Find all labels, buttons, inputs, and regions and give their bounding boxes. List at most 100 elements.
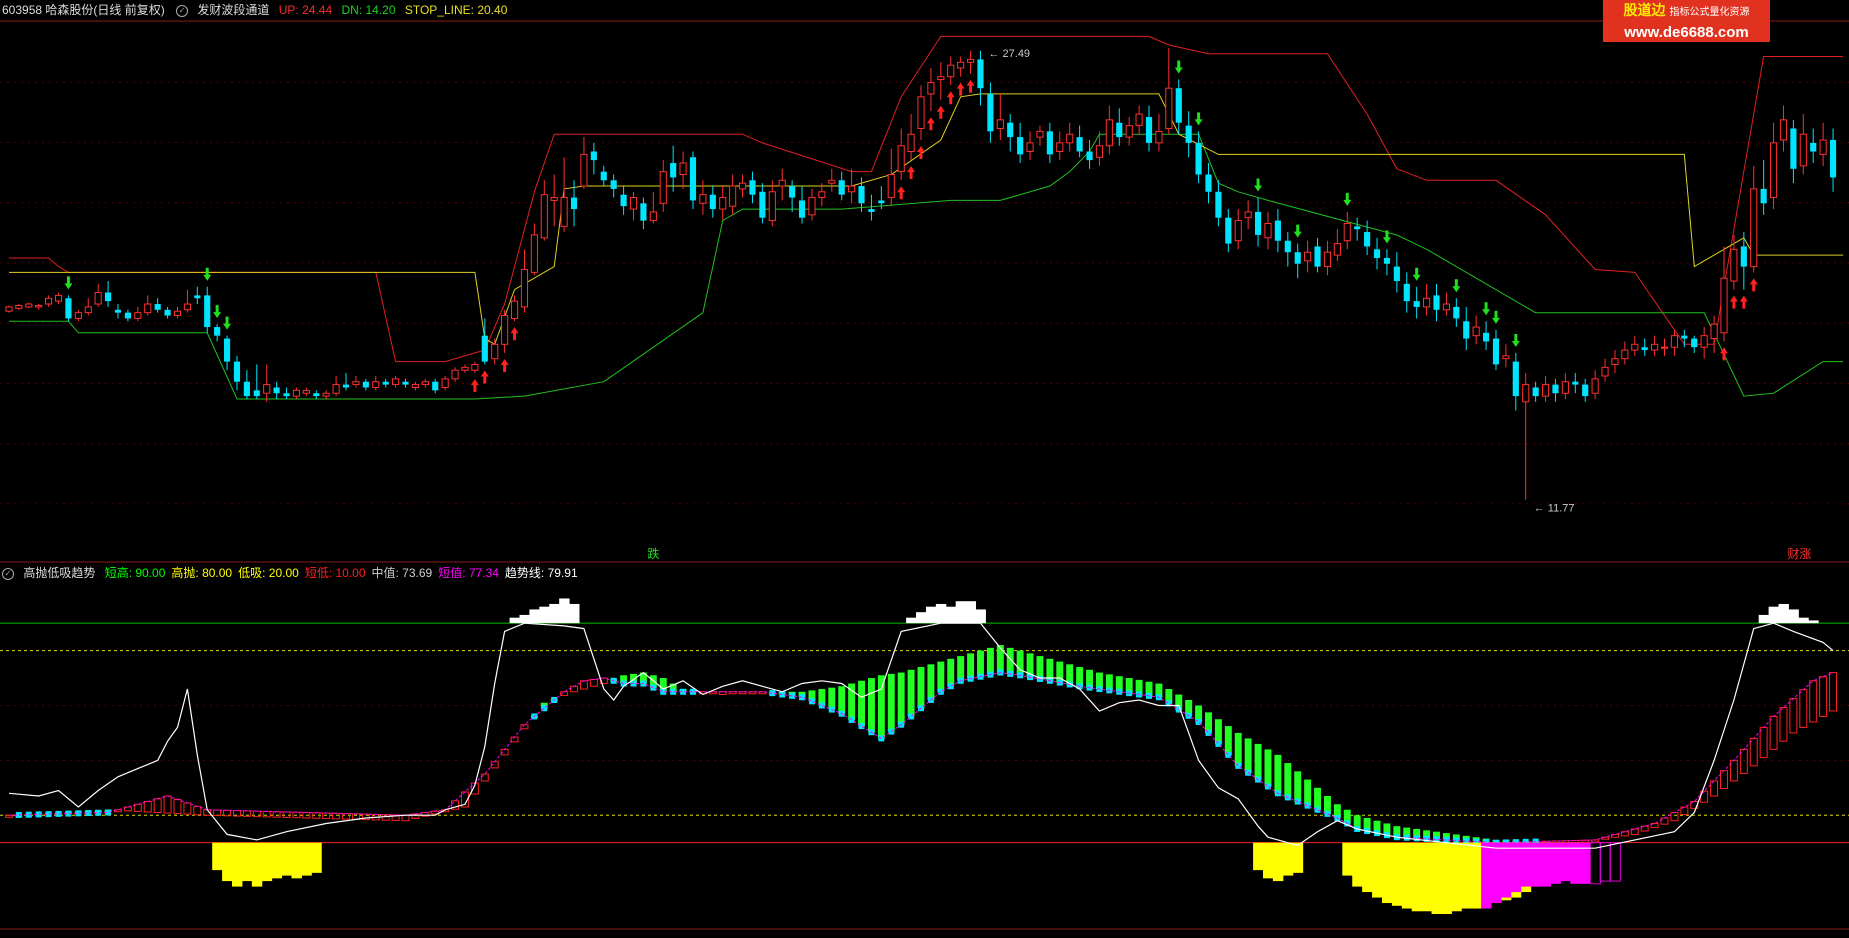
- candle-body: [937, 76, 945, 81]
- candle-body: [808, 197, 816, 216]
- oscillator-value-2: 低吸: 20.00: [238, 566, 299, 580]
- high-zone-bar: [906, 617, 917, 624]
- rising-column: [1789, 698, 1798, 734]
- candle-body: [1502, 355, 1510, 360]
- candle-body: [74, 312, 82, 319]
- candle-body: [1364, 232, 1371, 247]
- short-value-dot: [858, 723, 865, 730]
- candle-body: [610, 180, 617, 189]
- candle-body: [1076, 137, 1083, 152]
- candle-body: [1145, 116, 1153, 143]
- candle-body: [1393, 266, 1400, 281]
- candle-body: [233, 361, 241, 382]
- candle-body: [510, 300, 519, 319]
- candle-body: [1532, 387, 1539, 397]
- magenta-bar: [1491, 842, 1502, 904]
- high-zone-bar: [1768, 606, 1780, 624]
- candle-body: [1453, 306, 1460, 319]
- falling-column: [1066, 664, 1074, 685]
- candle-body: [1225, 217, 1232, 244]
- sell-arrow-icon: [1382, 230, 1391, 244]
- candle-body: [570, 197, 578, 210]
- candle-body: [223, 338, 231, 362]
- sell-arrow-icon: [1412, 267, 1421, 281]
- candle-body: [441, 378, 449, 388]
- buy-arrow-icon: [1729, 295, 1738, 309]
- rising-column: [579, 680, 588, 690]
- low-zone-bar: [261, 842, 273, 882]
- candle-body: [550, 197, 558, 201]
- low-zone-bar: [1421, 842, 1433, 912]
- falling-column: [957, 656, 965, 681]
- candle-body: [1274, 220, 1281, 241]
- rising-column: [1720, 770, 1728, 789]
- logo-url: www.de6688.com: [1624, 24, 1749, 41]
- falling-column: [1036, 656, 1044, 679]
- candle-body: [1572, 381, 1579, 385]
- candle-body: [94, 292, 102, 305]
- high-zone-bar: [1778, 603, 1789, 624]
- candle-body: [1165, 87, 1173, 129]
- candle-body: [432, 381, 439, 391]
- low-zone-bar: [1461, 842, 1472, 909]
- rising-column: [570, 685, 578, 693]
- low-zone-bar: [271, 842, 283, 879]
- candle-body: [1681, 335, 1688, 339]
- candle-body: [1492, 338, 1500, 365]
- candle-body: [15, 304, 23, 309]
- high-zone-bar: [1808, 620, 1819, 624]
- candle-body: [848, 185, 856, 193]
- rising-column: [1769, 715, 1778, 750]
- settings-icon[interactable]: ✓: [2, 567, 14, 580]
- candle-body: [1135, 113, 1143, 127]
- candle-body: [1125, 125, 1133, 138]
- falling-column: [1016, 650, 1024, 676]
- candle-body: [818, 191, 826, 199]
- candle-body: [1333, 243, 1341, 256]
- settings-icon[interactable]: ✓: [176, 4, 189, 17]
- candle-body: [283, 393, 290, 397]
- short-value-dot: [947, 683, 954, 690]
- candle-body: [1482, 332, 1490, 342]
- low-zone-bar: [212, 842, 223, 871]
- low-zone-bar: [1441, 842, 1452, 915]
- falling-column: [1254, 743, 1262, 780]
- high-zone-bar: [519, 614, 530, 624]
- magenta-bar: [1530, 842, 1542, 887]
- falling-column: [1264, 749, 1272, 787]
- candle-body: [1700, 335, 1708, 348]
- candle-body: [878, 200, 885, 204]
- candle-body: [372, 381, 380, 388]
- falling-column: [858, 680, 865, 727]
- candle-body: [313, 393, 320, 397]
- magenta-bar: [1510, 842, 1522, 893]
- candle-body: [402, 381, 409, 385]
- sell-arrow-icon: [1511, 333, 1520, 347]
- sell-arrow-icon: [1452, 279, 1461, 293]
- buy-arrow-icon: [1739, 295, 1748, 309]
- candle-body: [778, 179, 786, 187]
- candle-body: [907, 133, 915, 153]
- oscillator-value-6: 趋势线: 79.91: [504, 566, 578, 580]
- falling-column: [947, 658, 955, 687]
- candle-body: [1284, 240, 1291, 253]
- candle-body: [1750, 188, 1758, 268]
- candle-body: [164, 309, 171, 316]
- low-zone-bar: [1381, 842, 1393, 904]
- candle-body: [1056, 142, 1064, 153]
- candle-body: [1423, 297, 1431, 308]
- candle-body: [1244, 211, 1252, 219]
- buy-arrow-icon: [470, 379, 479, 393]
- candle-body: [1790, 128, 1797, 169]
- candle-body: [1304, 251, 1312, 262]
- candle-body: [580, 153, 588, 187]
- low-zone-bar: [1391, 842, 1403, 906]
- candle-body: [1343, 222, 1351, 242]
- candle-body: [629, 197, 638, 210]
- candle-body: [392, 378, 400, 386]
- candle-body: [214, 327, 221, 336]
- low-zone-bar: [301, 842, 312, 876]
- rising-column: [1739, 748, 1748, 774]
- sell-arrow-icon: [1174, 60, 1183, 74]
- rising-column: [272, 811, 281, 818]
